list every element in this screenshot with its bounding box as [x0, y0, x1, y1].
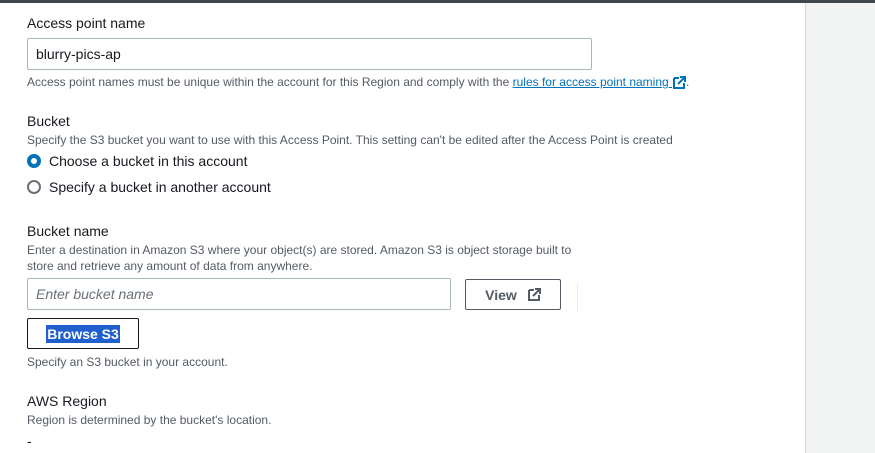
radio-this-account[interactable]: Choose a bucket in this account — [27, 153, 247, 169]
aws-region-value: - — [27, 433, 32, 449]
access-point-name-label: Access point name — [27, 15, 146, 31]
external-link-icon — [527, 287, 541, 301]
radio-this-account-label: Choose a bucket in this account — [49, 153, 248, 169]
access-point-name-input[interactable] — [27, 38, 592, 70]
bucket-name-help: Specify an S3 bucket in your account. — [27, 355, 228, 369]
access-point-name-help: Access point names must be unique within… — [27, 74, 689, 90]
radio-other-account-label: Specify a bucket in another account — [49, 179, 271, 195]
external-link-icon[interactable] — [672, 75, 687, 90]
access-point-naming-rules-link-text[interactable]: rules for access point naming — [513, 75, 669, 89]
vertical-divider — [577, 283, 578, 312]
access-point-naming-rules-link[interactable]: rules for access point naming — [513, 75, 687, 90]
view-button[interactable]: View — [465, 279, 561, 310]
create-access-point-form: Access point name Access point names mus… — [0, 3, 806, 453]
bucket-description: Specify the S3 bucket you want to use wi… — [27, 133, 673, 147]
bucket-name-input[interactable] — [27, 278, 451, 310]
aws-region-description: Region is determined by the bucket's loc… — [27, 413, 272, 427]
bucket-label: Bucket — [27, 113, 70, 129]
browse-s3-label: Browse S3 — [46, 324, 120, 343]
aws-region-label: AWS Region — [27, 393, 107, 409]
bucket-name-description-line2: store and retrieve any amount of data fr… — [27, 259, 313, 273]
access-point-help-text: Access point names must be unique within… — [27, 75, 513, 89]
radio-other-account[interactable]: Specify a bucket in another account — [27, 179, 271, 195]
access-point-help-suffix: . — [686, 75, 690, 89]
view-button-label: View — [485, 286, 517, 303]
browse-s3-button[interactable]: Browse S3 — [27, 318, 139, 349]
radio-selected-icon[interactable] — [27, 154, 41, 168]
bucket-name-description-line1: Enter a destination in Amazon S3 where y… — [27, 243, 572, 257]
radio-unselected-icon[interactable] — [27, 180, 41, 194]
bucket-name-label: Bucket name — [27, 223, 109, 239]
